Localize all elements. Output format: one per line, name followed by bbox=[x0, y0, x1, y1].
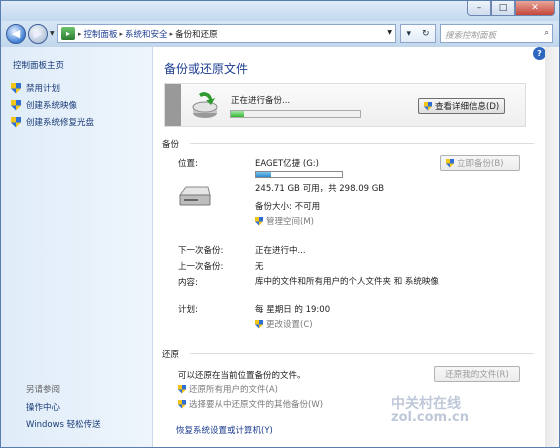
backup-section-label: 备份 bbox=[162, 140, 180, 150]
address-bar[interactable]: ▸ ▸ 控制面板 ▸ 系统和安全 ▸ 备份和还原 ▼ bbox=[57, 24, 396, 43]
maximize-button[interactable]: □ bbox=[491, 1, 515, 16]
drive-usage-bar bbox=[255, 171, 343, 178]
watermark: 中关村在线 zol.com.cn bbox=[391, 397, 469, 425]
shield-icon bbox=[178, 384, 186, 394]
search-placeholder: 搜索控制面板 bbox=[445, 31, 497, 41]
contents-value: 库中的文件和所有用户的个人文件夹 和 系统映像 bbox=[255, 277, 439, 287]
close-button[interactable]: ✕ bbox=[515, 1, 555, 16]
recover-system-link[interactable]: 恢复系统设置或计算机(Y) bbox=[176, 424, 273, 436]
backup-now-button[interactable]: 立即备份(B) bbox=[440, 155, 520, 171]
shield-icon bbox=[11, 99, 21, 111]
select-other-backup-link[interactable]: 选择要从中还原文件的其他备份(W) bbox=[178, 398, 323, 410]
manage-space-label: 管理空间(M) bbox=[266, 217, 314, 227]
sidebar-item-disable-schedule[interactable]: 禁用计划 bbox=[11, 82, 60, 94]
restore-section-label: 还原 bbox=[162, 350, 180, 360]
breadcrumb-separator-icon[interactable]: ▸ bbox=[78, 30, 82, 38]
breadcrumb-control-panel[interactable]: 控制面板 bbox=[84, 28, 118, 40]
change-settings-label: 更改设置(C) bbox=[266, 320, 313, 330]
refresh-icon[interactable]: ↻ bbox=[422, 29, 430, 39]
backup-now-label: 立即备份(B) bbox=[457, 159, 504, 169]
section-divider bbox=[190, 353, 534, 354]
shield-icon bbox=[424, 101, 432, 111]
main-content: 备份或还原文件 正在进行备份... 查看详细信息(D) 备份 位置: EAGET… bbox=[154, 47, 545, 447]
contents-label: 内容: bbox=[178, 278, 198, 288]
breadcrumb-backup-restore[interactable]: 备份和还原 bbox=[175, 28, 218, 40]
last-backup-value: 无 bbox=[255, 262, 264, 272]
back-button[interactable]: ◀ bbox=[6, 24, 26, 44]
address-dropdown-icon[interactable]: ▼ bbox=[387, 29, 392, 36]
section-divider bbox=[190, 143, 534, 144]
schedule-value: 每 星期日 的 19:00 bbox=[255, 305, 331, 315]
title-bar: – □ ✕ bbox=[1, 1, 559, 21]
sidebar-item-repair-disc[interactable]: 创建系统修复光盘 bbox=[11, 116, 94, 128]
see-also-heading: 另请参阅 bbox=[26, 385, 61, 395]
minimize-button[interactable]: – bbox=[467, 1, 491, 16]
shield-icon bbox=[11, 116, 21, 128]
backup-size-text: 备份大小: 不可用 bbox=[255, 202, 321, 212]
breadcrumb-separator-icon[interactable]: ▸ bbox=[120, 30, 124, 38]
select-other-backup-label: 选择要从中还原文件的其他备份(W) bbox=[189, 400, 324, 410]
view-details-button[interactable]: 查看详细信息(D) bbox=[418, 98, 506, 114]
next-backup-value: 正在进行中... bbox=[255, 246, 306, 256]
shield-icon bbox=[446, 158, 454, 168]
history-dropdown-icon[interactable]: ▼ bbox=[50, 30, 55, 37]
drive-name: EAGET亿捷 (G:) bbox=[255, 159, 319, 169]
recent-dropdown-icon[interactable]: ▾ bbox=[406, 29, 411, 39]
shield-icon bbox=[178, 399, 186, 409]
search-input[interactable]: 搜索控制面板 ⌕ bbox=[440, 24, 553, 43]
backup-progress-panel: 正在进行备份... 查看详细信息(D) bbox=[164, 83, 526, 127]
shield-icon bbox=[11, 82, 21, 94]
sidebar-item-label: 创建系统映像 bbox=[26, 101, 78, 111]
progress-fill bbox=[231, 111, 244, 117]
page-title: 备份或还原文件 bbox=[164, 62, 249, 76]
backup-progress-icon bbox=[192, 92, 218, 118]
address-toolbar: ◀ ▶ ▼ ▸ ▸ 控制面板 ▸ 系统和安全 ▸ 备份和还原 ▼ ▾ ↻ 搜索控… bbox=[1, 21, 559, 47]
shield-icon bbox=[255, 319, 263, 329]
view-details-label: 查看详细信息(D) bbox=[435, 102, 500, 112]
easy-transfer-link[interactable]: Windows 轻松传送 bbox=[26, 418, 101, 430]
progress-status-text: 正在进行备份... bbox=[231, 96, 291, 106]
next-backup-label: 下一次备份: bbox=[178, 246, 224, 256]
restore-my-files-label: 还原我的文件(R) bbox=[445, 370, 509, 380]
change-settings-link[interactable]: 更改设置(C) bbox=[255, 318, 313, 330]
location-label: 位置: bbox=[178, 159, 198, 169]
drive-usage-fill bbox=[256, 172, 271, 177]
watermark-line1: 中关村在线 bbox=[391, 396, 461, 412]
caption-buttons: – □ ✕ bbox=[467, 1, 555, 16]
sidebar-item-label: 禁用计划 bbox=[26, 84, 61, 94]
backup-progress-bar bbox=[230, 110, 361, 118]
manage-space-link[interactable]: 管理空间(M) bbox=[255, 215, 314, 227]
drive-icon bbox=[179, 186, 211, 206]
sidebar-home-link[interactable]: 控制面板主页 bbox=[13, 59, 64, 71]
restore-all-users-link[interactable]: 还原所有用户的文件(A) bbox=[178, 383, 278, 395]
control-panel-icon: ▸ bbox=[61, 27, 75, 40]
breadcrumb-system-security[interactable]: 系统和安全 bbox=[125, 28, 168, 40]
watermark-line2: zol.com.cn bbox=[391, 410, 469, 425]
refresh-area: ▾ ↻ bbox=[400, 24, 436, 43]
forward-button[interactable]: ▶ bbox=[28, 24, 48, 44]
sidebar-item-create-image[interactable]: 创建系统映像 bbox=[11, 99, 77, 111]
window: – □ ✕ ◀ ▶ ▼ ▸ ▸ 控制面板 ▸ 系统和安全 ▸ 备份和还原 ▼ ▾… bbox=[0, 0, 560, 448]
sidebar: 控制面板主页 禁用计划 创建系统映像 创建系统修复光盘 另请参阅 操作中心 Wi… bbox=[1, 47, 153, 447]
sidebar-item-label: 创建系统修复光盘 bbox=[26, 118, 95, 128]
drive-space-text: 245.71 GB 可用，共 298.09 GB bbox=[255, 184, 385, 194]
restore-description: 可以还原在当前位置备份的文件。 bbox=[178, 371, 306, 381]
restore-all-users-label: 还原所有用户的文件(A) bbox=[189, 385, 278, 395]
scrollbar[interactable] bbox=[545, 47, 559, 447]
schedule-label: 计划: bbox=[178, 305, 198, 315]
last-backup-label: 上一次备份: bbox=[178, 262, 224, 272]
restore-my-files-button[interactable]: 还原我的文件(R) bbox=[434, 366, 520, 382]
search-icon[interactable]: ⌕ bbox=[544, 28, 549, 38]
action-center-link[interactable]: 操作中心 bbox=[26, 401, 60, 413]
progress-accent-bar bbox=[165, 84, 181, 126]
breadcrumb-separator-icon[interactable]: ▸ bbox=[170, 30, 174, 38]
shield-icon bbox=[255, 216, 263, 226]
